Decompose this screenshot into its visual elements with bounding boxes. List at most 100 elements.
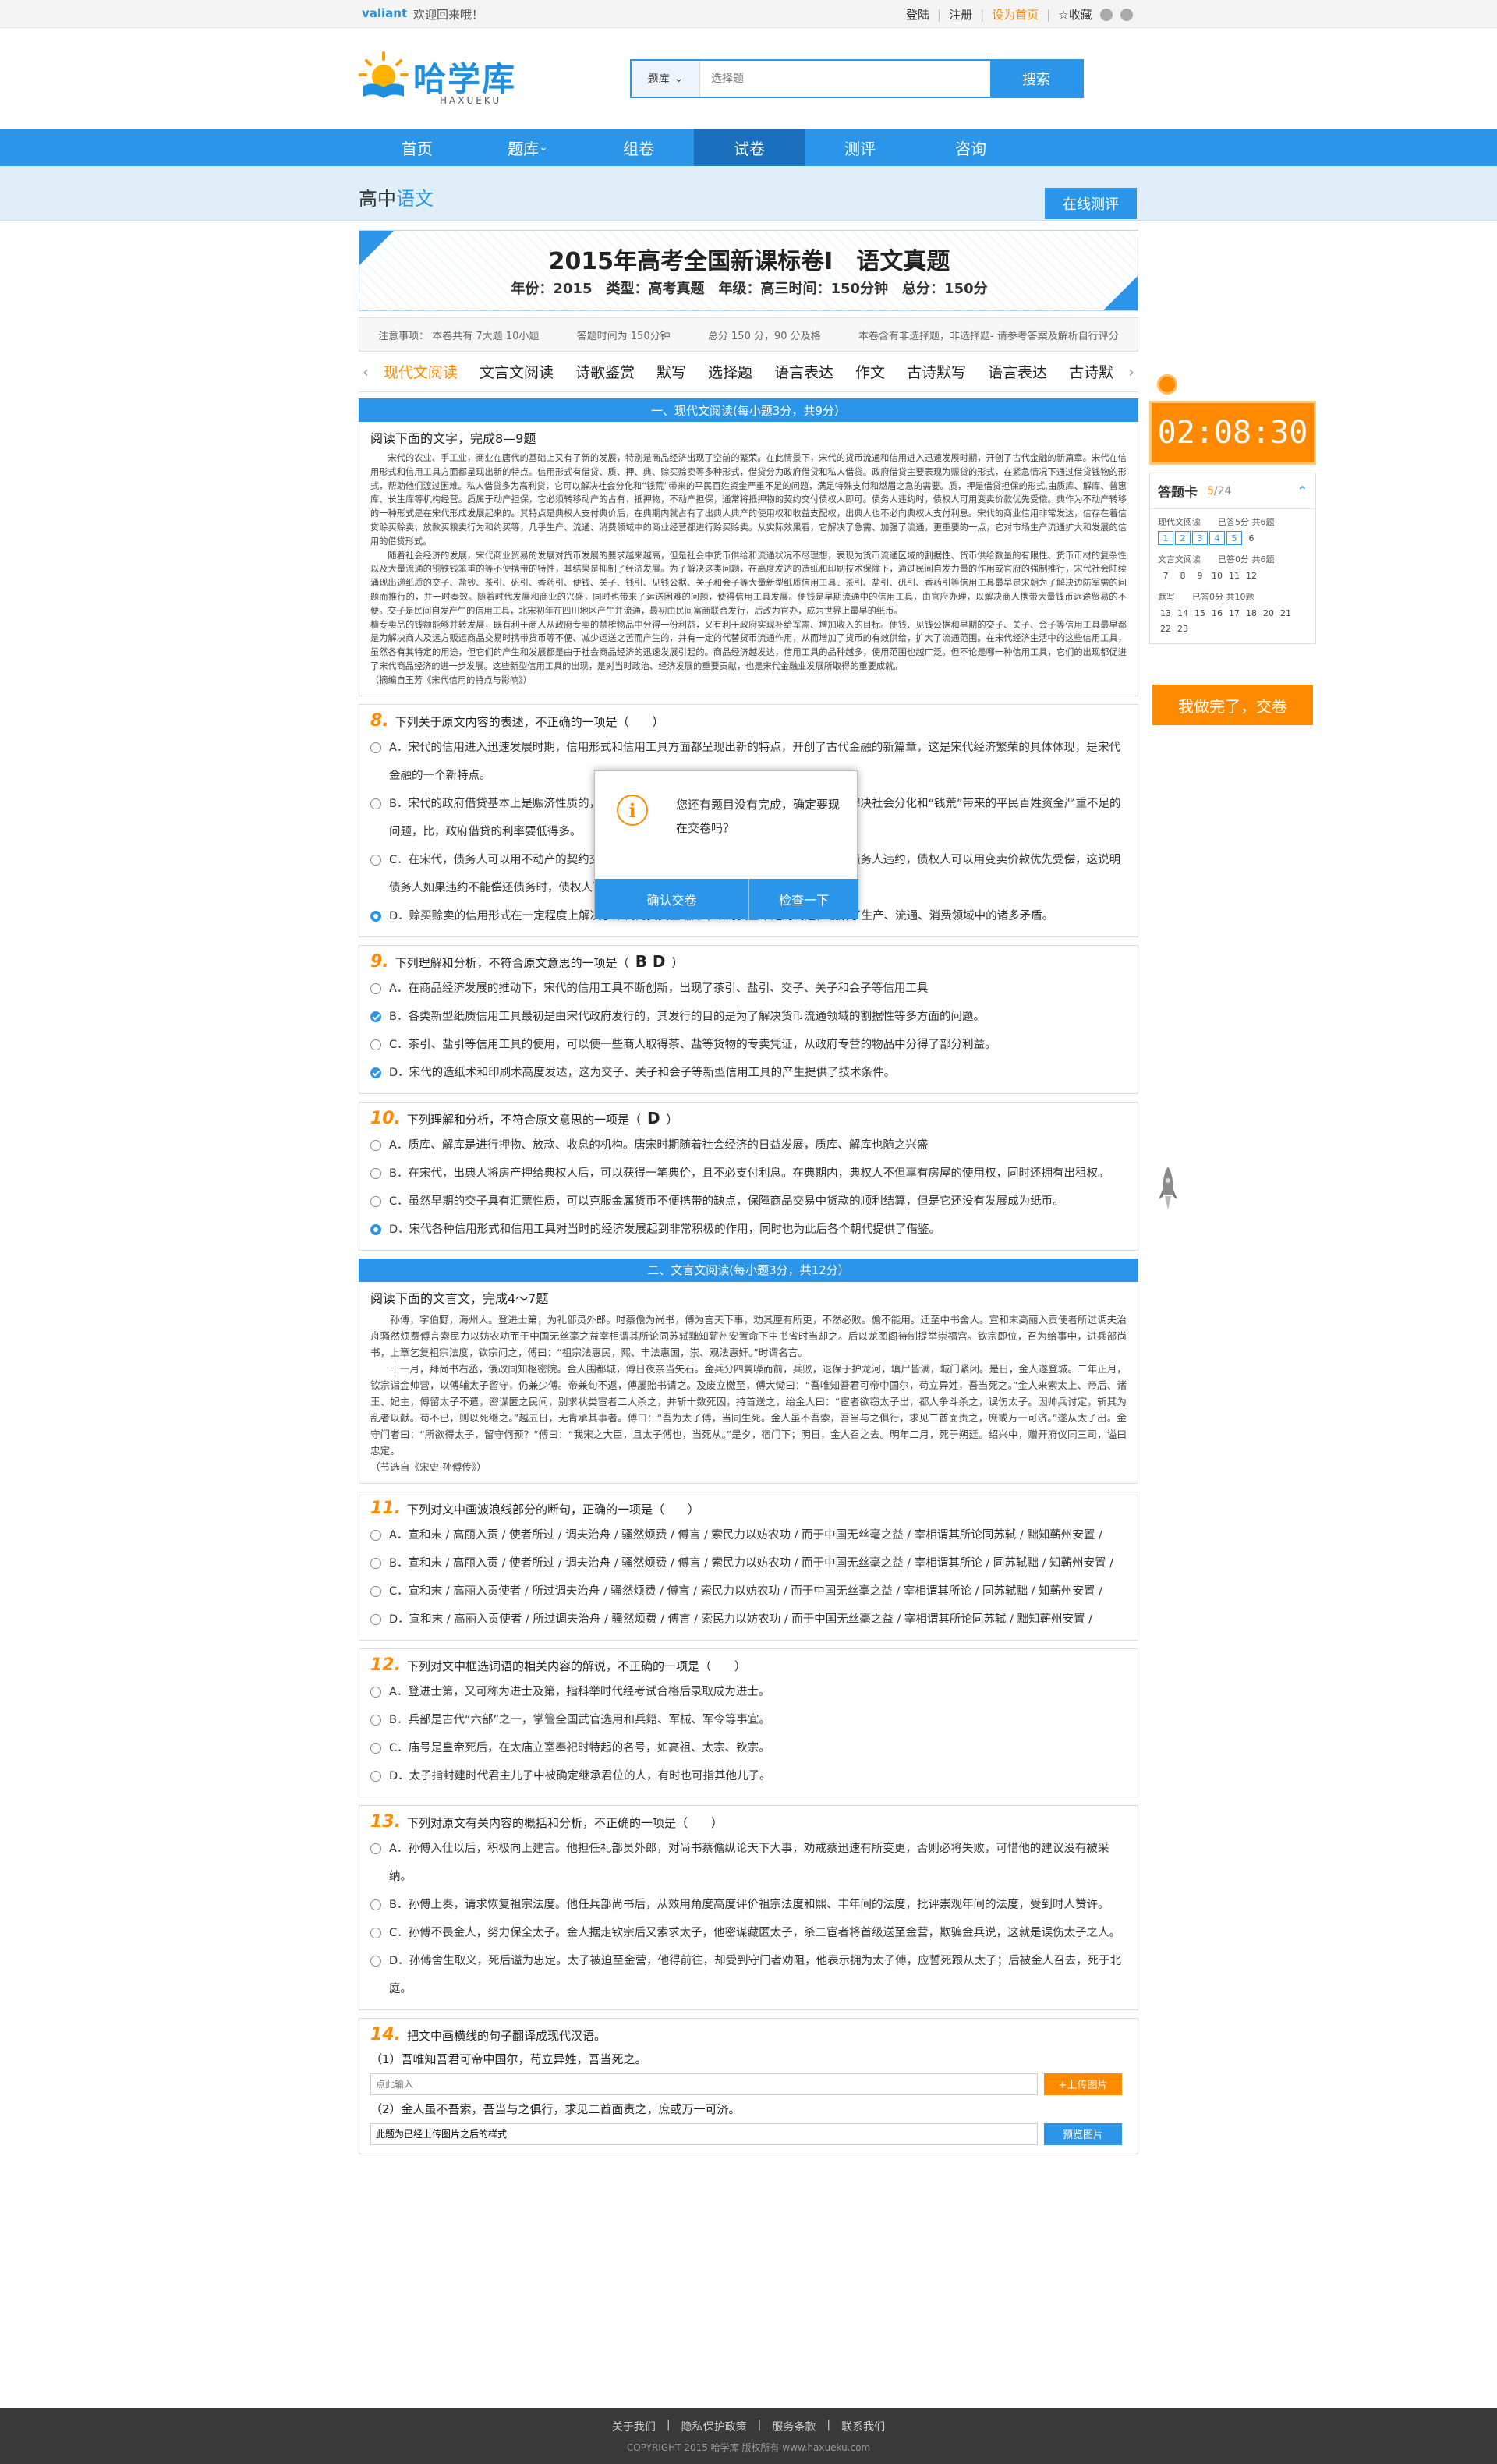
- option-d[interactable]: D．宣和末 / 高丽入贡使者 / 所过调夫治舟 / 骚然烦费 / 傅言 / 索民…: [370, 1605, 1127, 1634]
- submit-exam-button[interactable]: 我做完了，交卷: [1152, 685, 1313, 725]
- footer-link-contact[interactable]: 联系我们: [841, 2419, 885, 2434]
- answer-card-number[interactable]: 18: [1244, 606, 1259, 620]
- username[interactable]: valiant: [362, 6, 407, 20]
- option-b[interactable]: B．兵部是古代“六部”之一，掌管全国武官选用和兵籍、军械、军令等事宜。: [370, 1706, 1127, 1734]
- tab-ancient-poem[interactable]: 古诗默写: [896, 361, 977, 382]
- radio-button[interactable]: [370, 798, 381, 809]
- answer-card-number[interactable]: 3: [1192, 531, 1208, 545]
- answer-card-number[interactable]: 23: [1175, 621, 1191, 635]
- checkbox-checked[interactable]: [370, 1067, 381, 1078]
- answer-card-number[interactable]: 6: [1244, 531, 1259, 545]
- footer-link-privacy[interactable]: 隐私保护政策: [681, 2419, 747, 2434]
- answer-card-number[interactable]: 9: [1192, 568, 1208, 582]
- answer-card-number[interactable]: 13: [1158, 606, 1173, 620]
- option-a[interactable]: A．登进士第，又可称为进士及第，指科举时代经考试合格后录取成为进士。: [370, 1678, 1127, 1706]
- radio-button[interactable]: [370, 982, 381, 994]
- search-input[interactable]: [700, 61, 990, 97]
- nav-consult[interactable]: 咨询: [915, 129, 1026, 166]
- radio-button[interactable]: [370, 1742, 381, 1754]
- radio-button[interactable]: [370, 1139, 381, 1151]
- radio-button[interactable]: [370, 1770, 381, 1782]
- option-a[interactable]: A．孙傅入仕以后，积极向上建言。他担任礼部员外郎，对尚书蔡儋纵论天下大事，劝戒蔡…: [370, 1835, 1127, 1891]
- answer-card-number[interactable]: 17: [1226, 606, 1242, 620]
- radio-button[interactable]: [370, 1167, 381, 1179]
- footer-link-about[interactable]: 关于我们: [612, 2419, 656, 2434]
- chevron-right-icon[interactable]: ›: [1124, 363, 1138, 381]
- nav-compose[interactable]: 组卷: [583, 129, 694, 166]
- answer-card-number[interactable]: 8: [1175, 568, 1191, 582]
- radio-button[interactable]: [370, 1529, 381, 1541]
- register-link[interactable]: 注册: [949, 6, 972, 23]
- set-homepage-link[interactable]: 设为首页: [992, 6, 1039, 23]
- option-c[interactable]: C．宣和末 / 高丽入贡使者 / 所过调夫治舟 / 骚然烦费 / 傅言 / 索民…: [370, 1577, 1127, 1605]
- answer-card-number[interactable]: 2: [1175, 531, 1191, 545]
- option-b[interactable]: B．孙傅上奏，请求恢复祖宗法度。他任兵部尚书后，从效用角度高度评价祖宗法度和熙、…: [370, 1891, 1127, 1919]
- answer-card-number[interactable]: 16: [1209, 606, 1225, 620]
- radio-button[interactable]: [370, 742, 381, 753]
- radio-button[interactable]: [370, 1714, 381, 1726]
- answer-card-number[interactable]: 14: [1175, 606, 1191, 620]
- favorite-link[interactable]: ☆收藏: [1058, 6, 1092, 23]
- tab-dictation[interactable]: 默写: [646, 361, 697, 382]
- preview-image-button[interactable]: 预览图片: [1044, 2122, 1122, 2145]
- option-b[interactable]: B．在宋代，出典人将房产押给典权人后，可以获得一笔典价，且不必支付利息。在典期内…: [370, 1159, 1127, 1188]
- option-d[interactable]: D．宋代的造纸术和印刷术高度发达，这为交子、关子和会子等新型信用工具的产生提供了…: [370, 1059, 1127, 1087]
- option-c[interactable]: C．虽然早期的交子具有汇票性质，可以克服金属货币不便携带的缺点，保障商品交易中货…: [370, 1188, 1127, 1216]
- confirm-submit-button[interactable]: 确认交卷: [595, 879, 748, 919]
- nav-question-bank[interactable]: 题库 ⌄: [472, 129, 583, 166]
- site-logo[interactable]: 哈学库 HAXUEKU: [359, 47, 538, 112]
- option-d[interactable]: D．宋代各种信用形式和信用工具对当时的经济发展起到非常积极的作用，同时也为此后各…: [370, 1216, 1127, 1244]
- weibo-icon[interactable]: [1099, 8, 1113, 21]
- login-link[interactable]: 登陆: [906, 6, 929, 23]
- option-d[interactable]: D．太子指封建时代君主儿子中被确定继承君位的人，有时也可指其他儿子。: [370, 1762, 1127, 1790]
- answer-input-2[interactable]: [370, 2122, 1038, 2145]
- wechat-icon[interactable]: [1120, 8, 1133, 21]
- tab-essay[interactable]: 作文: [844, 361, 896, 382]
- radio-button[interactable]: [370, 1899, 381, 1910]
- option-b[interactable]: B．各类新型纸质信用工具最初是由宋代政府发行的，其发行的目的是为了解决货币流通领…: [370, 1003, 1127, 1031]
- answer-card-number[interactable]: 21: [1278, 606, 1294, 620]
- answer-card-number[interactable]: 5: [1226, 531, 1242, 545]
- radio-button[interactable]: [370, 1613, 381, 1625]
- answer-card-number[interactable]: 12: [1244, 568, 1259, 582]
- radio-button[interactable]: [370, 1039, 381, 1050]
- radio-button[interactable]: [370, 1927, 381, 1938]
- nav-home[interactable]: 首页: [362, 129, 472, 166]
- tab-ancient-poem-2[interactable]: 古诗默: [1058, 361, 1124, 382]
- answer-card-number[interactable]: 10: [1209, 568, 1225, 582]
- answer-card-number[interactable]: 22: [1158, 621, 1173, 635]
- answer-card-number[interactable]: 11: [1226, 568, 1242, 582]
- tab-poetry[interactable]: 诗歌鉴赏: [564, 361, 646, 382]
- radio-button-selected[interactable]: [370, 1223, 381, 1235]
- radio-button[interactable]: [370, 1195, 381, 1207]
- chevron-left-icon[interactable]: ‹: [359, 363, 373, 381]
- option-d[interactable]: D．孙傅舍生取义，死后谥为忠定。太子被迫至金营，他得前往，却受到守门者劝阻，他表…: [370, 1947, 1127, 2003]
- footer-link-terms[interactable]: 服务条款: [772, 2419, 816, 2434]
- answer-input-1[interactable]: [370, 2073, 1038, 2095]
- search-button[interactable]: 搜索: [990, 61, 1082, 97]
- radio-button[interactable]: [370, 1557, 381, 1569]
- option-a[interactable]: A．在商品经济发展的推动下，宋代的信用工具不断创新，出现了茶引、盐引、交子、关子…: [370, 975, 1127, 1003]
- checkbox-checked[interactable]: [370, 1011, 381, 1022]
- radio-button-selected[interactable]: [370, 910, 381, 922]
- radio-button[interactable]: [370, 1843, 381, 1854]
- answer-card-number[interactable]: 4: [1209, 531, 1225, 545]
- nav-assessment[interactable]: 测评: [805, 129, 915, 166]
- radio-button[interactable]: [370, 854, 381, 866]
- answer-card-number[interactable]: 15: [1192, 606, 1208, 620]
- option-b[interactable]: B．宣和末 / 高丽入贡 / 使者所过 / 调夫治舟 / 骚然烦费 / 傅言 /…: [370, 1549, 1127, 1577]
- radio-button[interactable]: [370, 1585, 381, 1597]
- chevron-up-icon[interactable]: ⌃: [1297, 483, 1308, 498]
- option-c[interactable]: C．茶引、盐引等信用工具的使用，可以使一些商人取得茶、盐等货物的专卖凭证，从政府…: [370, 1031, 1127, 1059]
- nav-papers[interactable]: 试卷: [694, 129, 805, 166]
- radio-button[interactable]: [370, 1686, 381, 1698]
- back-to-top-rocket-icon[interactable]: [1159, 1165, 1177, 1212]
- upload-image-button[interactable]: +上传图片: [1044, 2073, 1122, 2095]
- review-button[interactable]: 检查一下: [748, 879, 858, 919]
- search-category-select[interactable]: 题库 ⌄: [632, 61, 700, 97]
- answer-card-number[interactable]: 7: [1158, 568, 1173, 582]
- answer-card-number[interactable]: 1: [1158, 531, 1173, 545]
- tab-modern-reading[interactable]: 现代文阅读: [373, 361, 469, 382]
- radio-button[interactable]: [370, 1955, 381, 1967]
- option-c[interactable]: C．庙号是皇帝死后，在太庙立室奉祀时特起的名号，如高祖、太宗、钦宗。: [370, 1734, 1127, 1762]
